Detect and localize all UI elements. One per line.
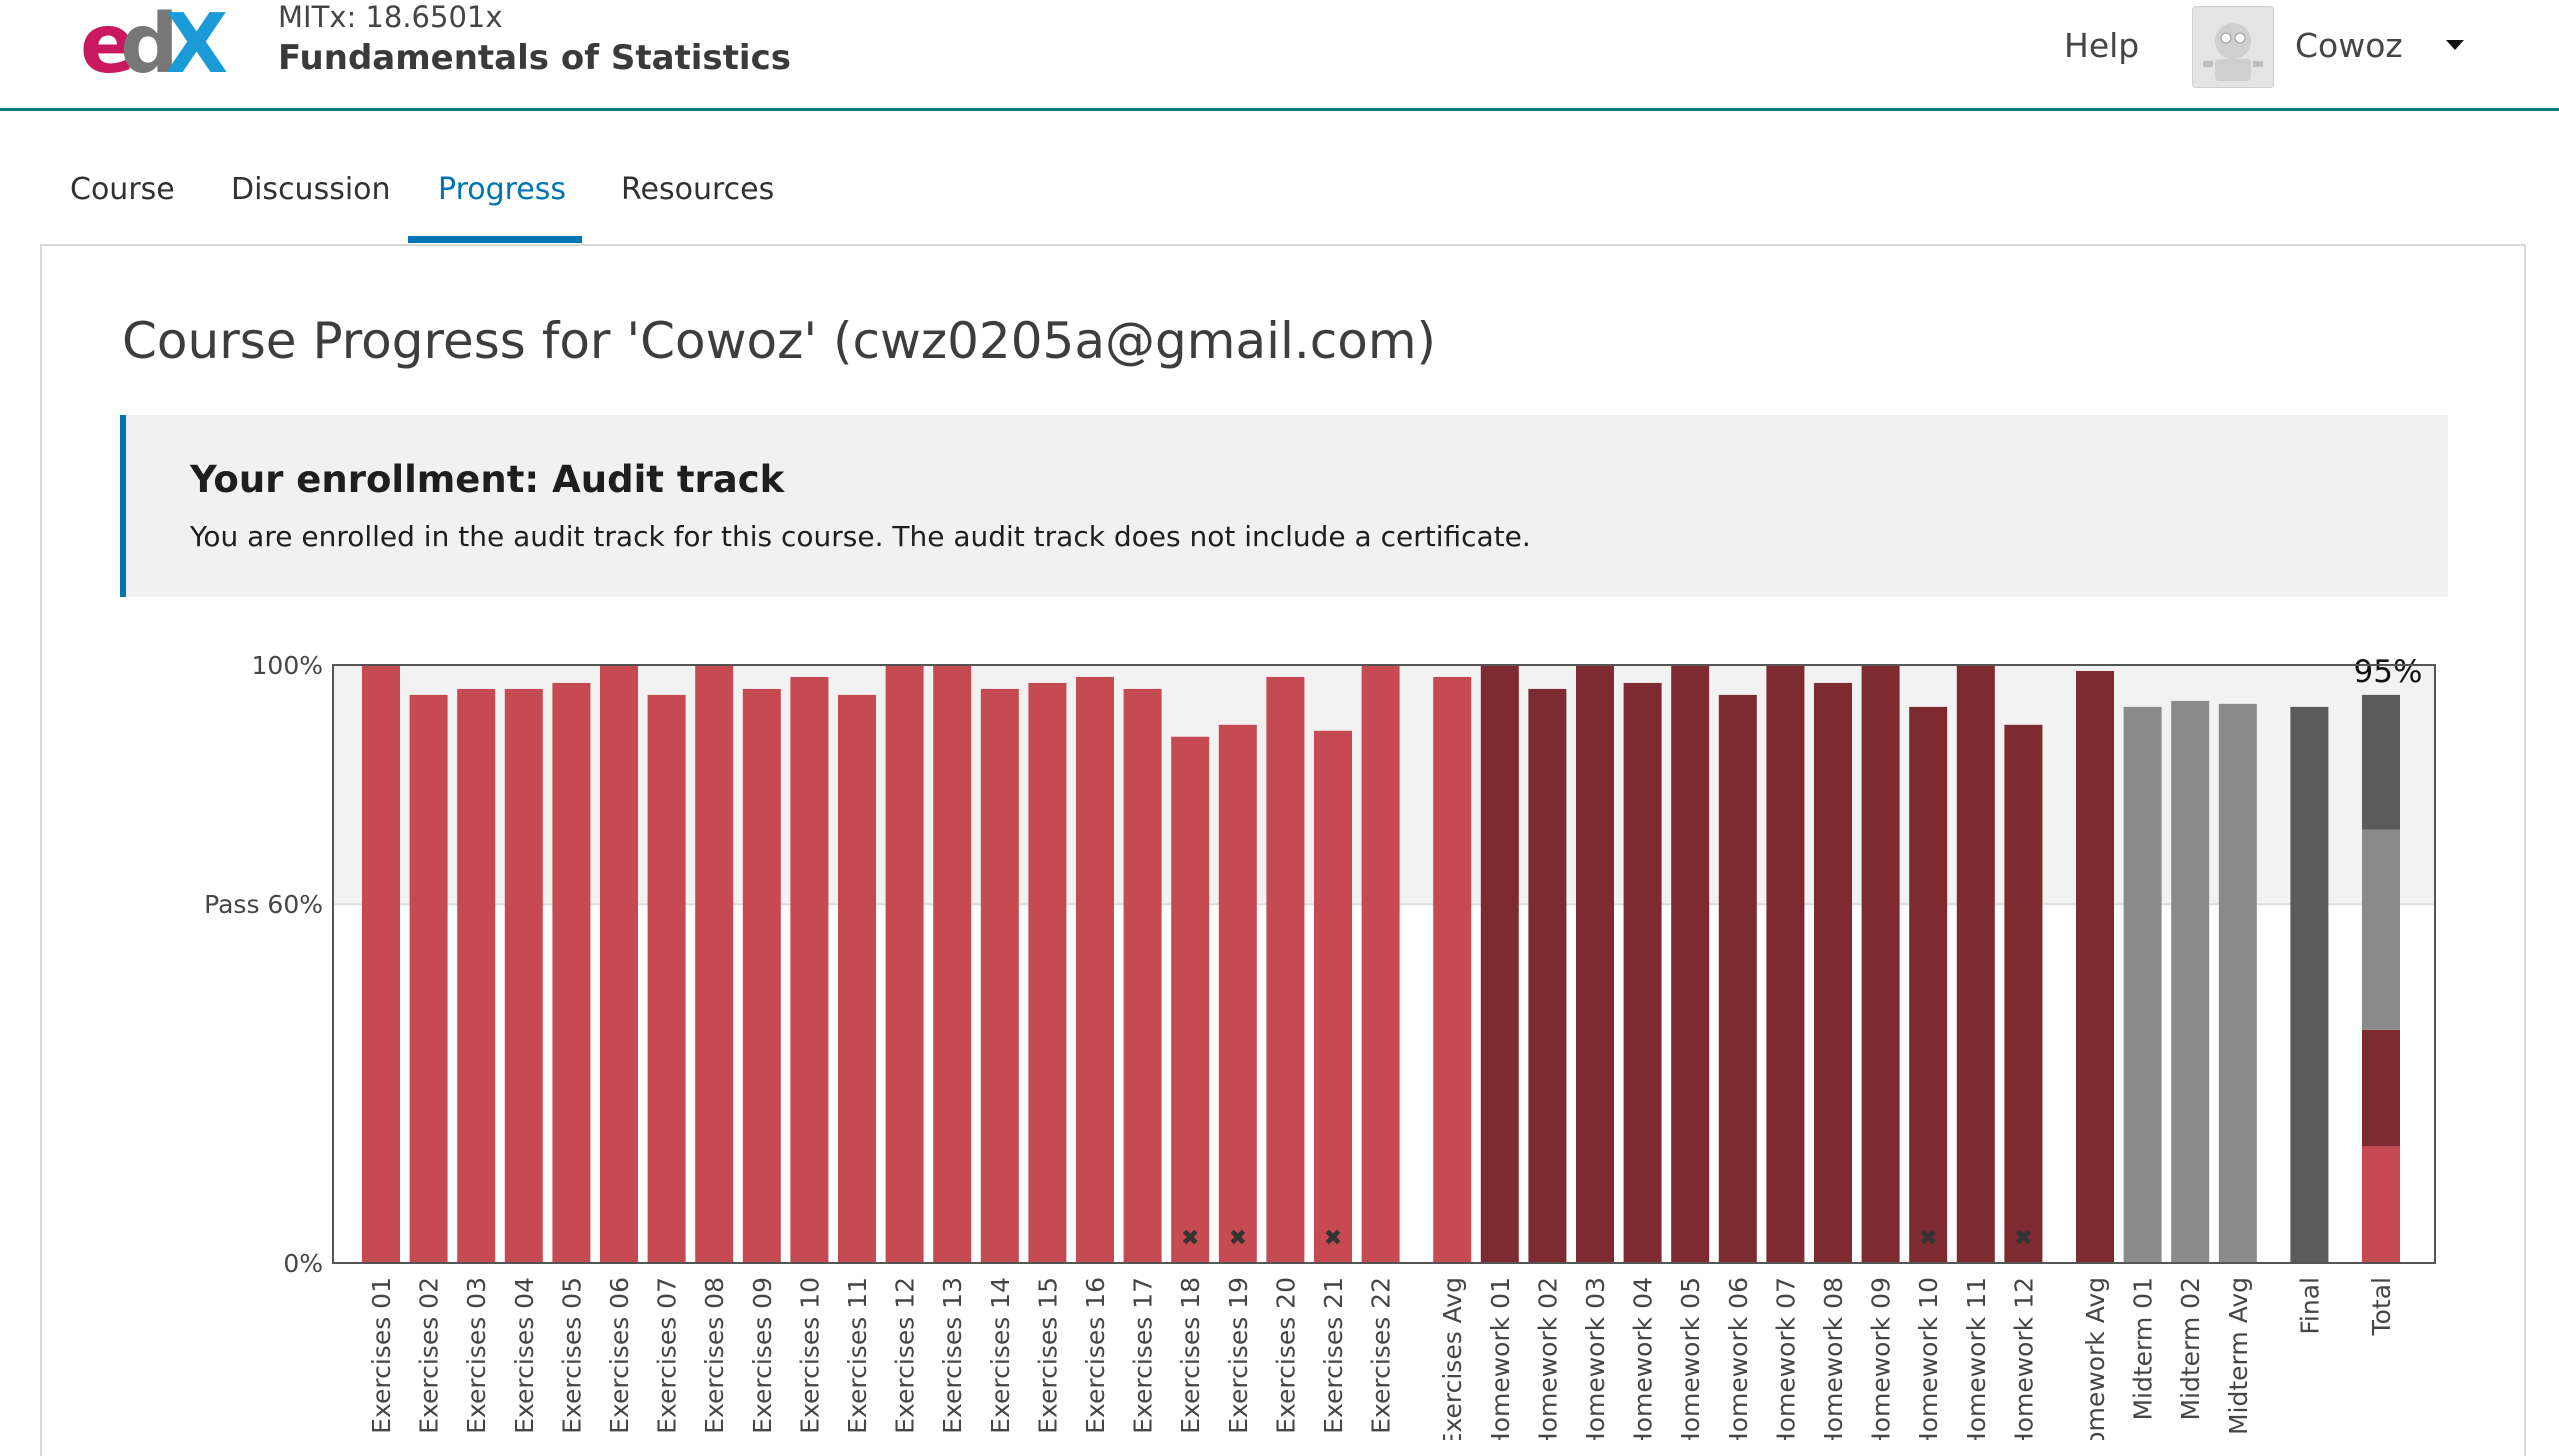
bar-exercises-20 — [1266, 676, 1305, 1263]
x-tick-label: Exercises 10 — [795, 1277, 824, 1434]
total-segment-midterm — [2362, 829, 2400, 1030]
x-tick-label: Exercises 18 — [1176, 1277, 1205, 1434]
bar-exercises-13 — [933, 665, 972, 1263]
x-tick-label: Midterm 01 — [2129, 1277, 2158, 1421]
x-tick-label: Exercises 09 — [748, 1277, 777, 1434]
bar-homework-07 — [1766, 665, 1805, 1263]
bar-exercises-21 — [1314, 730, 1352, 1263]
x-tick-label: Exercises 20 — [1271, 1277, 1300, 1434]
x-tick-label: Homework 08 — [1819, 1277, 1848, 1440]
bar-midterm-02 — [2171, 700, 2210, 1263]
x-tick-label: Exercises 15 — [1033, 1277, 1062, 1434]
x-tick-label: Homework Avg — [2081, 1277, 2110, 1440]
bar-exercises-16 — [1076, 676, 1114, 1263]
dropped-marker-icon: ✖ — [1919, 1226, 1937, 1251]
x-tick-label: Exercises 22 — [1367, 1277, 1396, 1434]
y-tick-label: 100% — [252, 651, 323, 680]
bar-exercises-18 — [1171, 736, 1210, 1263]
x-tick-label: Homework 02 — [1533, 1277, 1562, 1440]
x-tick-label: Exercises 21 — [1319, 1277, 1348, 1434]
bar-exercises-01 — [362, 665, 400, 1263]
x-tick-label: Final — [2295, 1277, 2324, 1335]
bar-exercises-11 — [838, 694, 876, 1263]
x-tick-label: Exercises 08 — [700, 1277, 729, 1434]
x-tick-label: Exercises 14 — [986, 1277, 1015, 1434]
dropped-marker-icon: ✖ — [1324, 1226, 1342, 1251]
x-tick-label: Total — [2367, 1277, 2396, 1336]
bar-exercises-22 — [1361, 665, 1400, 1263]
dropped-marker-icon: ✖ — [1229, 1226, 1247, 1251]
bar-homework-02 — [1528, 688, 1567, 1263]
x-tick-label: Homework 05 — [1676, 1277, 1705, 1440]
x-tick-label: Exercises 06 — [605, 1277, 634, 1434]
x-tick-label: Homework 03 — [1581, 1277, 1610, 1440]
x-tick-label: Exercises 11 — [843, 1277, 872, 1434]
bar-homework-05 — [1671, 665, 1710, 1263]
x-tick-label: Exercises 03 — [462, 1277, 491, 1434]
x-tick-label: Homework 01 — [1486, 1277, 1515, 1440]
x-tick-label: Homework 06 — [1724, 1277, 1753, 1440]
x-tick-label: Homework 09 — [1867, 1277, 1896, 1440]
x-tick-label: Exercises Avg — [1438, 1277, 1467, 1440]
bar-exercises-19 — [1218, 724, 1257, 1263]
bar-exercises-03 — [457, 688, 496, 1263]
x-tick-label: Exercises 07 — [653, 1277, 682, 1434]
x-tick-label: Exercises 02 — [415, 1277, 444, 1434]
x-tick-label: Homework 12 — [2009, 1277, 2038, 1440]
x-tick-label: Exercises 04 — [510, 1277, 539, 1434]
bar-exercises-15 — [1028, 682, 1067, 1263]
y-tick-label: 0% — [283, 1249, 323, 1278]
x-tick-label: Exercises 19 — [1224, 1277, 1253, 1434]
bar-exercises-07 — [647, 694, 686, 1263]
bar-homework-01 — [1480, 665, 1519, 1263]
bar-exercises-14 — [980, 688, 1019, 1263]
total-segment-homework — [2362, 1029, 2400, 1147]
bar-exercises-12 — [885, 665, 924, 1263]
bar-homework-08 — [1814, 682, 1852, 1263]
dropped-marker-icon: ✖ — [1181, 1226, 1199, 1251]
bar-exercises-09 — [742, 688, 781, 1263]
x-tick-label: Exercises 05 — [557, 1277, 586, 1434]
x-tick-label: Homework 10 — [1914, 1277, 1943, 1440]
x-tick-label: Midterm Avg — [2224, 1277, 2253, 1435]
bar-homework-06 — [1718, 694, 1757, 1263]
bar-homework-avg — [2076, 670, 2114, 1263]
bar-exercises-05 — [552, 682, 591, 1263]
bar-exercises-10 — [790, 676, 829, 1263]
bar-exercises-avg — [1433, 676, 1472, 1263]
x-tick-label: Midterm 02 — [2176, 1277, 2205, 1421]
total-segment-exercises — [2362, 1146, 2400, 1263]
total-segment-final — [2362, 694, 2400, 830]
x-tick-label: Homework 11 — [1962, 1277, 1991, 1440]
grade-chart: 100% Pass 60% 0% Exercises 01 Exercises 02 Ex… — [204, 651, 2436, 1440]
bar-midterm-01 — [2123, 706, 2162, 1263]
bar-exercises-06 — [600, 665, 638, 1263]
bar-exercises-08 — [695, 665, 734, 1263]
bar-homework-04 — [1623, 682, 1662, 1263]
bar-homework-11 — [1956, 665, 1995, 1263]
bar-homework-12 — [2004, 724, 2043, 1263]
bar-midterm-avg — [2218, 703, 2257, 1263]
bar-exercises-04 — [504, 688, 543, 1263]
bar-homework-10 — [1909, 706, 1948, 1263]
y-tick-label: Pass 60% — [204, 890, 323, 919]
total-value-label: 95% — [2354, 654, 2423, 690]
x-tick-label: Homework 04 — [1629, 1277, 1658, 1440]
x-tick-label: Homework 07 — [1771, 1277, 1800, 1440]
bar-homework-03 — [1576, 665, 1614, 1263]
bar-exercises-02 — [409, 694, 448, 1263]
bar-final — [2290, 706, 2329, 1263]
dropped-marker-icon: ✖ — [2014, 1226, 2032, 1251]
bar-exercises-17 — [1123, 688, 1162, 1263]
x-tick-label: Exercises 01 — [367, 1277, 396, 1434]
bar-homework-09 — [1861, 665, 1900, 1263]
x-tick-label: Exercises 13 — [938, 1277, 967, 1434]
x-tick-label: Exercises 16 — [1081, 1277, 1110, 1434]
x-tick-label: Exercises 17 — [1129, 1277, 1158, 1434]
x-tick-label: Exercises 12 — [891, 1277, 920, 1434]
